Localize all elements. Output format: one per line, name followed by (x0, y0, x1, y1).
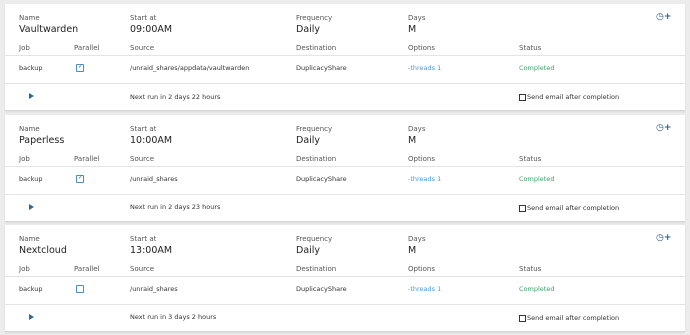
status-value: Completed (519, 64, 555, 72)
days-label: Days (408, 235, 426, 243)
schedule-name: Vaultwarden (19, 24, 79, 35)
send-email-label: Send email after completion (527, 93, 620, 101)
job-value: backup (19, 175, 43, 183)
options-value[interactable]: -threads 1 (408, 64, 441, 72)
status-value: Completed (519, 285, 555, 293)
job-label: Job (19, 155, 30, 163)
start-at-label: Start at (130, 235, 157, 243)
parallel-checkbox[interactable]: ✓ (76, 63, 84, 72)
start-at-label: Start at (130, 125, 157, 133)
frequency-label: Frequency (296, 14, 333, 22)
name-label: Name (19, 125, 40, 133)
plus-icon[interactable]: + (664, 233, 672, 243)
destination-value: DuplicacyShare (296, 64, 347, 72)
frequency-value: Daily (296, 24, 321, 35)
job-label: Job (19, 265, 30, 273)
next-run-text: Next run in 3 days 2 hours (130, 313, 217, 321)
days-value: M (408, 135, 417, 146)
next-run-text: Next run in 2 days 22 hours (130, 93, 221, 101)
source-value: /unraid_shares (130, 175, 178, 183)
frequency-value: Daily (296, 245, 321, 256)
status-label: Status (519, 155, 542, 163)
days-label: Days (408, 125, 426, 133)
clock-icon[interactable]: ◷ (656, 12, 664, 22)
options-value[interactable]: -threads 1 (408, 285, 441, 293)
play-icon[interactable] (29, 204, 34, 210)
parallel-label: Parallel (74, 265, 100, 273)
plus-icon[interactable]: + (664, 123, 672, 133)
divider (5, 166, 685, 167)
parallel-label: Parallel (74, 44, 100, 52)
send-email-label: Send email after completion (527, 314, 620, 322)
options-label: Options (408, 44, 436, 52)
divider (5, 276, 685, 277)
destination-value: DuplicacyShare (296, 175, 347, 183)
destination-label: Destination (296, 155, 337, 163)
schedule-card: Name Paperless Start at 10:00AM Frequenc… (5, 115, 685, 222)
source-label: Source (130, 155, 155, 163)
job-value: backup (19, 285, 43, 293)
schedule-name: Nextcloud (19, 245, 67, 256)
source-value: /unraid_shares (130, 285, 178, 293)
schedule-actions: ◷+ (656, 12, 671, 22)
destination-label: Destination (296, 265, 337, 273)
job-value: backup (19, 64, 43, 72)
start-at-value: 09:00AM (130, 24, 173, 35)
send-email-checkbox[interactable] (519, 315, 526, 322)
parallel-label: Parallel (74, 155, 100, 163)
clock-icon[interactable]: ◷ (656, 233, 664, 243)
play-icon[interactable] (29, 93, 34, 99)
status-label: Status (519, 44, 542, 52)
clock-icon[interactable]: ◷ (656, 123, 664, 133)
send-email-checkbox[interactable] (519, 94, 526, 101)
name-label: Name (19, 235, 40, 243)
send-email-label: Send email after completion (527, 204, 620, 212)
days-value: M (408, 245, 417, 256)
status-value: Completed (519, 175, 555, 183)
checkmark-icon: ✓ (78, 63, 84, 70)
schedule-card: Name Nextcloud Start at 13:00AM Frequenc… (5, 225, 685, 332)
schedule-actions: ◷+ (656, 233, 671, 243)
options-label: Options (408, 155, 436, 163)
send-email-checkbox[interactable] (519, 205, 526, 212)
divider (5, 194, 685, 195)
parallel-checkbox[interactable]: ✓ (76, 174, 84, 183)
frequency-label: Frequency (296, 235, 333, 243)
divider (5, 83, 685, 84)
job-label: Job (19, 44, 30, 52)
plus-icon[interactable]: + (664, 12, 672, 22)
days-value: M (408, 24, 417, 35)
divider (5, 55, 685, 56)
start-at-value: 13:00AM (130, 245, 173, 256)
frequency-label: Frequency (296, 125, 333, 133)
schedule-name: Paperless (19, 135, 65, 146)
schedule-actions: ◷+ (656, 123, 671, 133)
destination-value: DuplicacyShare (296, 285, 347, 293)
options-value[interactable]: -threads 1 (408, 175, 441, 183)
options-label: Options (408, 265, 436, 273)
next-run-text: Next run in 2 days 23 hours (130, 203, 221, 211)
destination-label: Destination (296, 44, 337, 52)
schedule-card: Name Vaultwarden Start at 09:00AM Freque… (5, 4, 685, 111)
start-at-value: 10:00AM (130, 135, 173, 146)
parallel-checkbox[interactable] (76, 285, 84, 293)
name-label: Name (19, 14, 40, 22)
play-icon[interactable] (29, 314, 34, 320)
start-at-label: Start at (130, 14, 157, 22)
source-value: /unraid_shares/appdata/vaultwarden (130, 64, 250, 72)
days-label: Days (408, 14, 426, 22)
checkmark-icon: ✓ (78, 174, 84, 181)
source-label: Source (130, 265, 155, 273)
frequency-value: Daily (296, 135, 321, 146)
divider (5, 304, 685, 305)
status-label: Status (519, 265, 542, 273)
source-label: Source (130, 44, 155, 52)
